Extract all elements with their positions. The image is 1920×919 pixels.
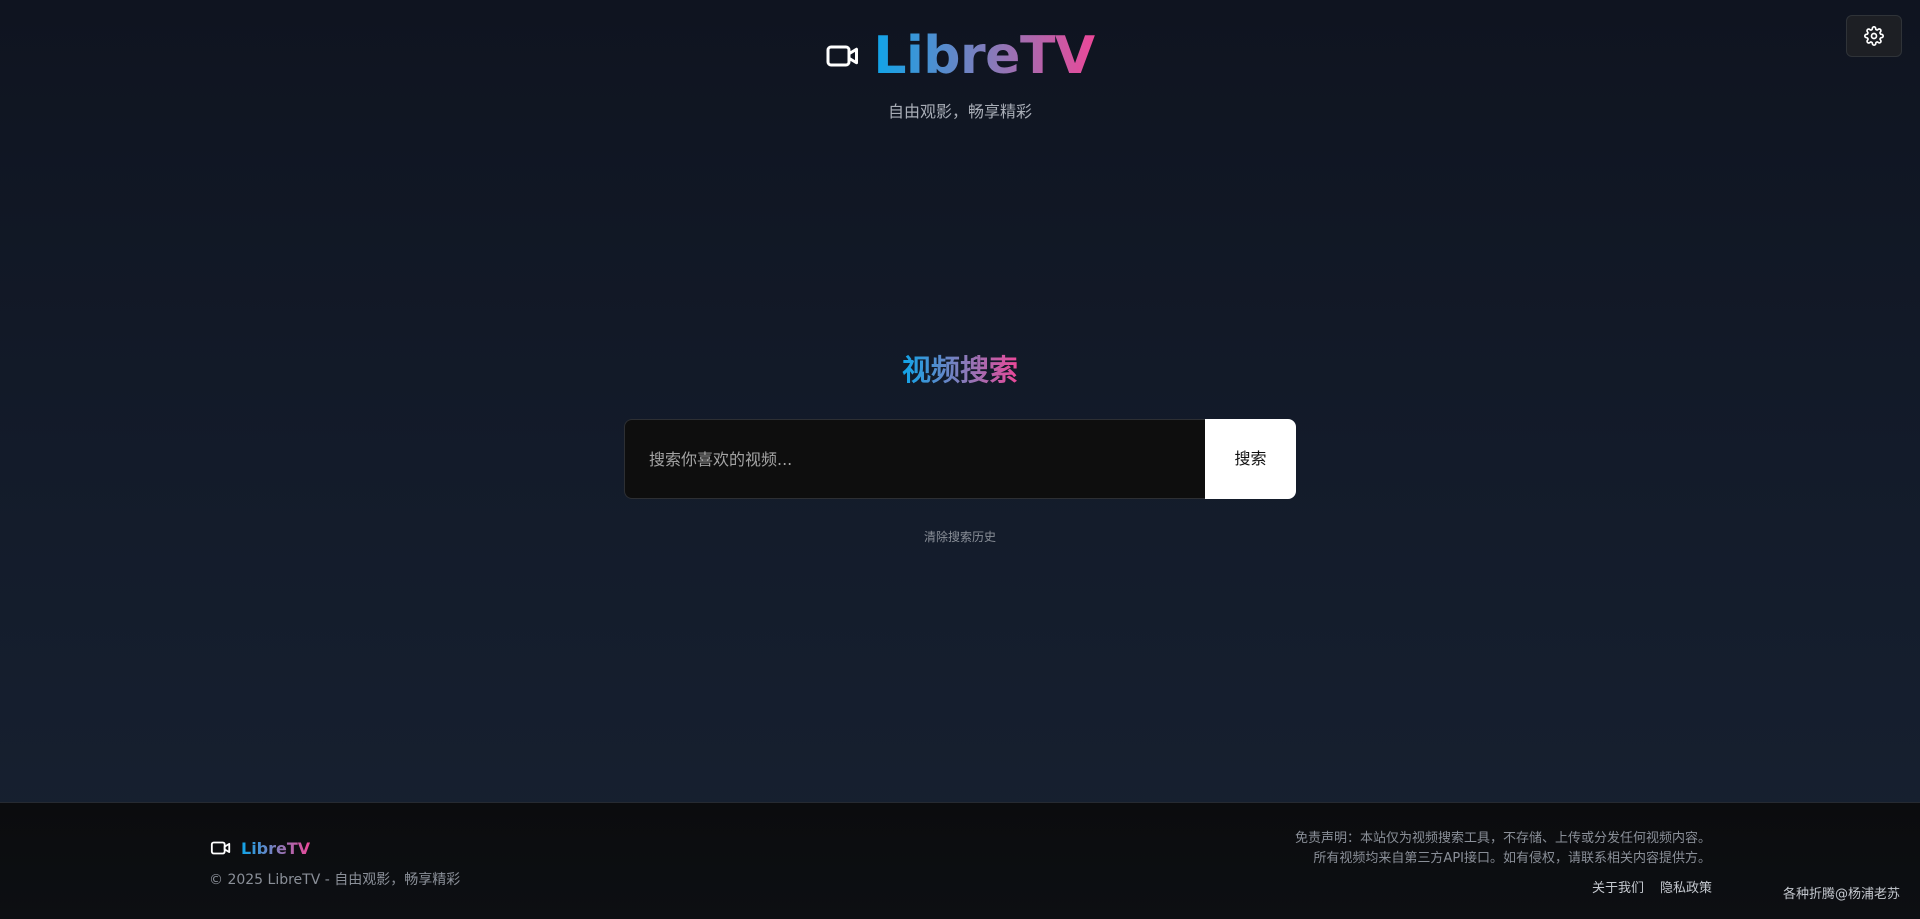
site-footer: LibreTV © 2025 LibreTV - 自由观影，畅享精彩 免责声明：… — [0, 802, 1920, 919]
footer-brand-text: LibreTV — [241, 838, 311, 858]
footer-brand[interactable]: LibreTV — [210, 837, 310, 859]
tagline: 自由观影，畅享精彩 — [887, 102, 1032, 121]
about-us-link[interactable]: 关于我们 — [1592, 877, 1644, 896]
video-camera-icon — [826, 45, 859, 67]
clear-search-history-link[interactable]: 清除搜索历史 — [0, 528, 1920, 545]
video-camera-icon — [210, 841, 231, 855]
privacy-policy-link[interactable]: 隐私政策 — [1660, 877, 1712, 896]
disclaimer-line: 免责声明：本站仅为视频搜索工具，不存储、上传或分发任何视频内容。 — [1294, 831, 1711, 846]
search-bar: 搜索 — [624, 419, 1296, 499]
logo[interactable]: LibreTV — [0, 24, 1920, 88]
credit-text: 各种折腾@杨浦老苏 — [1782, 887, 1900, 902]
search-button[interactable]: 搜索 — [1205, 419, 1296, 499]
search-title-text: 视频搜索 — [901, 353, 1018, 387]
logo-text: LibreTV — [873, 26, 1095, 86]
footer-links: 关于我们 隐私政策 — [1592, 877, 1712, 896]
search-input[interactable] — [624, 419, 1205, 499]
footer-disclaimer: 免责声明：本站仅为视频搜索工具，不存储、上传或分发任何视频内容。 所有视频均来自… — [1295, 829, 1711, 869]
footer-copyright: © 2025 LibreTV - 自由观影，畅享精彩 — [209, 872, 461, 888]
search-title: 视频搜索 — [0, 348, 1920, 392]
site-header: LibreTV 自由观影，畅享精彩 — [0, 24, 1920, 122]
disclaimer-line: 所有视频均来自第三方API接口。如有侵权，请联系相关内容提供方。 — [1313, 851, 1711, 866]
